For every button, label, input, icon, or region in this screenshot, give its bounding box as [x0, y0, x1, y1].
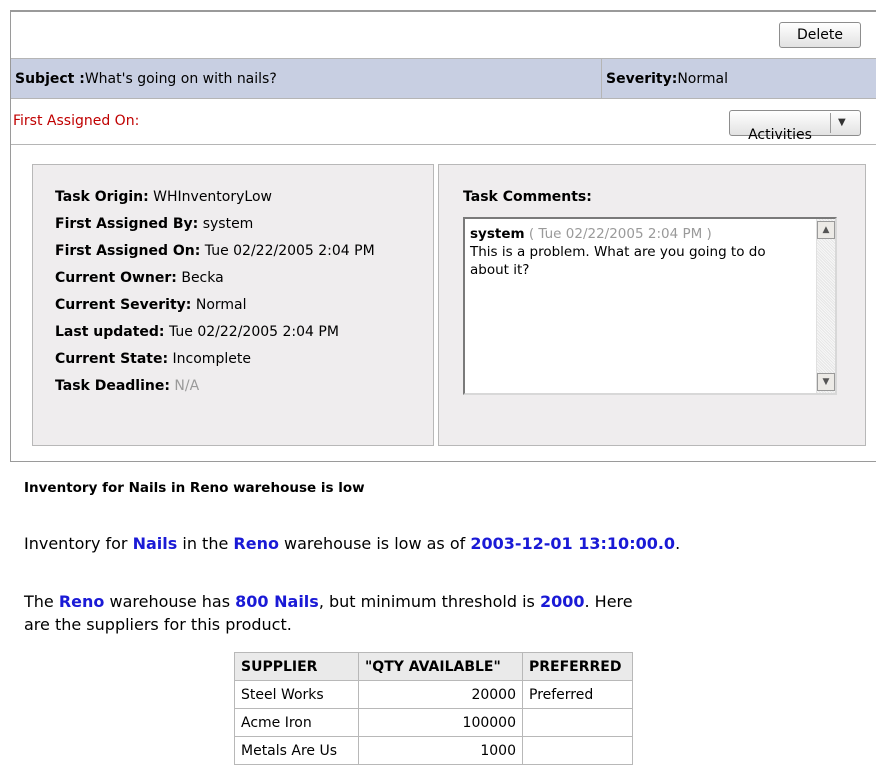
detail-first-assigned-by: First Assigned By: system	[55, 216, 433, 243]
detail-label: Current State:	[55, 351, 169, 367]
warehouse-highlight: Reno	[58, 592, 105, 611]
subject-label: Subject :	[15, 71, 85, 87]
report-paragraph-2: The Reno warehouse has 800 Nails, but mi…	[24, 592, 633, 634]
severity-field: Severity:Normal	[601, 59, 728, 99]
dropdown-separator	[830, 113, 831, 133]
toolbar: Delete	[11, 12, 876, 59]
comment-timestamp: ( Tue 02/22/2005 2:04 PM )	[528, 226, 712, 242]
subject-field: Subject :What's going on with nails?	[15, 59, 277, 99]
supplier-cell: Steel Works	[234, 680, 359, 709]
column-header: PREFERRED	[522, 652, 633, 681]
table-header-row: SUPPLIER "QTY AVAILABLE" PREFERRED	[234, 652, 633, 681]
detail-first-assigned-on: First Assigned On: Tue 02/22/2005 2:04 P…	[55, 243, 433, 270]
date-highlight: 2003-12-01 13:10:00.0	[470, 534, 676, 553]
activities-dropdown-button[interactable]: Activities ▼	[729, 110, 861, 143]
comments-scrollbar[interactable]: ▲ ▼	[816, 219, 835, 393]
suppliers-table: SUPPLIER "QTY AVAILABLE" PREFERRED Steel…	[234, 652, 633, 765]
detail-label: Current Severity:	[55, 297, 192, 313]
supplier-cell: Acme Iron	[234, 708, 359, 737]
task-info-box: Task Origin: WHInventoryLow First Assign…	[32, 164, 434, 446]
detail-label: Current Owner:	[55, 270, 177, 286]
detail-value: Incomplete	[172, 351, 251, 367]
warehouse-highlight: Reno	[233, 534, 279, 553]
qty-cell: 20000	[358, 680, 523, 709]
detail-label: Task Origin:	[55, 189, 149, 205]
subject-value: What's going on with nails?	[84, 71, 277, 87]
detail-value: N/A	[174, 378, 200, 394]
detail-label: Task Deadline:	[55, 378, 170, 394]
comments-title: Task Comments:	[463, 189, 592, 205]
detail-task-deadline: Task Deadline: N/A	[55, 378, 433, 405]
qty-cell: 100000	[358, 708, 523, 737]
severity-value: Normal	[677, 71, 728, 87]
scroll-down-icon[interactable]: ▼	[817, 373, 835, 391]
table-row: Steel Works 20000 Preferred	[234, 680, 633, 709]
subject-row: Subject :What's going on with nails? Sev…	[11, 59, 876, 99]
detail-value: Tue 02/22/2005 2:04 PM	[169, 324, 339, 340]
detail-label: First Assigned On:	[55, 243, 201, 259]
table-row: Acme Iron 100000	[234, 708, 633, 737]
preferred-cell	[522, 736, 633, 765]
first-assigned-label: First Assigned On:	[13, 113, 140, 129]
report-title: Inventory for Nails in Reno warehouse is…	[24, 480, 365, 496]
task-details: Task Origin: WHInventoryLow First Assign…	[11, 146, 876, 464]
severity-label: Severity:	[606, 71, 678, 87]
threshold-highlight: 2000	[539, 592, 585, 611]
detail-last-updated: Last updated: Tue 02/22/2005 2:04 PM	[55, 324, 433, 351]
delete-button[interactable]: Delete	[779, 22, 861, 48]
task-panel: Delete Subject :What's going on with nai…	[10, 10, 876, 462]
preferred-cell	[522, 708, 633, 737]
detail-current-state: Current State: Incomplete	[55, 351, 433, 378]
comments-textarea[interactable]: system ( Tue 02/22/2005 2:04 PM ) This i…	[463, 217, 837, 395]
assigned-row: First Assigned On: Activities ▼	[11, 99, 876, 145]
detail-current-severity: Current Severity: Normal	[55, 297, 433, 324]
quantity-highlight: 800 Nails	[235, 592, 319, 611]
activities-label: Activities	[748, 127, 812, 143]
item-highlight: Nails	[132, 534, 178, 553]
table-row: Metals Are Us 1000	[234, 736, 633, 765]
detail-value: Becka	[181, 270, 224, 286]
preferred-cell: Preferred	[522, 680, 633, 709]
detail-value: WHInventoryLow	[153, 189, 272, 205]
detail-label: Last updated:	[55, 324, 165, 340]
column-header: SUPPLIER	[234, 652, 359, 681]
column-header: "QTY AVAILABLE"	[358, 652, 523, 681]
task-report: Inventory for Nails in Reno warehouse is…	[24, 480, 864, 765]
detail-current-owner: Current Owner: Becka	[55, 270, 433, 297]
chevron-down-icon[interactable]: ▼	[838, 111, 846, 135]
detail-label: First Assigned By:	[55, 216, 199, 232]
comment-author: system	[470, 226, 525, 242]
supplier-cell: Metals Are Us	[234, 736, 359, 765]
detail-value: system	[202, 216, 254, 232]
report-paragraph-1: Inventory for Nails in the Reno warehous…	[24, 534, 681, 553]
qty-cell: 1000	[358, 736, 523, 765]
scroll-up-icon[interactable]: ▲	[817, 221, 835, 239]
detail-task-origin: Task Origin: WHInventoryLow	[55, 189, 433, 216]
comment-text: This is a problem. What are you going to…	[470, 244, 766, 278]
detail-value: Normal	[195, 297, 247, 313]
detail-value: Tue 02/22/2005 2:04 PM	[204, 243, 375, 259]
task-comments-box: Task Comments: system ( Tue 02/22/2005 2…	[438, 164, 866, 446]
